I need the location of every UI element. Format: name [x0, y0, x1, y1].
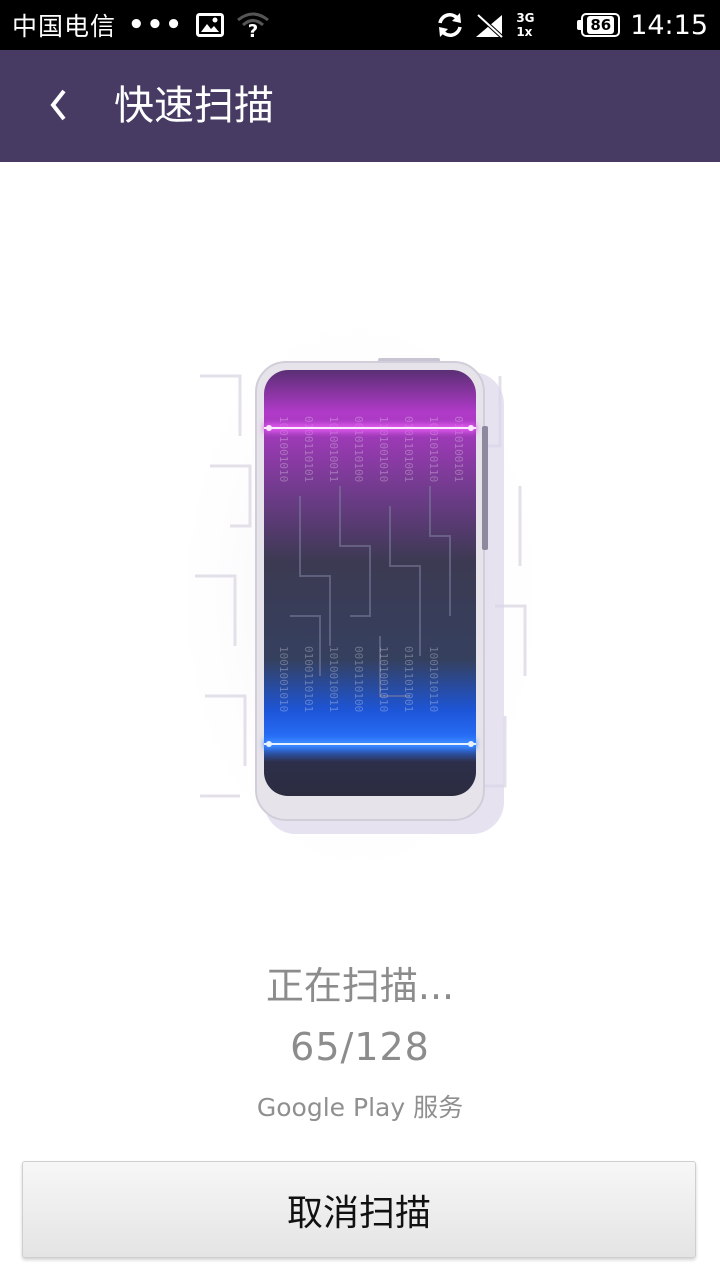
- sync-icon: [436, 11, 464, 39]
- image-icon: [195, 13, 224, 37]
- clock: 14:15: [630, 9, 708, 41]
- battery-icon: 86: [577, 13, 621, 37]
- scan-progress-count: 65/128: [290, 1025, 430, 1069]
- svg-text:1001001010: 1001001010: [277, 646, 290, 712]
- status-bar-left: 中国电信 ••• ?: [12, 0, 270, 50]
- network-type-3g: 3G: [516, 11, 535, 25]
- back-button[interactable]: [38, 80, 78, 130]
- battery-level: 86: [587, 16, 615, 34]
- title-bar: 快速扫描: [0, 50, 720, 162]
- status-bar: 中国电信 ••• ? 3G 1x 86 14:15: [0, 0, 720, 50]
- chevron-left-icon: [50, 89, 66, 121]
- svg-text:1010010011: 1010010011: [327, 646, 340, 712]
- status-bar-right: 3G 1x 86 14:15: [436, 0, 708, 50]
- svg-text:1101001010: 1101001010: [377, 646, 390, 712]
- svg-text:0100110101: 0100110101: [302, 646, 315, 712]
- cancel-scan-button[interactable]: 取消扫描: [22, 1161, 696, 1258]
- scan-status-text: 正在扫描...: [265, 964, 455, 1008]
- svg-text:?: ?: [248, 21, 258, 39]
- battery-body: 86: [581, 13, 621, 37]
- scan-current-app: Google Play 服务: [256, 1093, 464, 1122]
- page-title: 快速扫描: [114, 83, 274, 129]
- phone-scan-illustration: 1001001010 0100110101 1010010011 0010110…: [180, 316, 540, 876]
- carrier-name: 中国电信: [12, 12, 117, 41]
- scan-line-top: [264, 424, 476, 432]
- network-type-1x: 1x: [516, 25, 533, 39]
- more-notifications-dots: •••: [128, 10, 184, 40]
- svg-text:0101101001: 0101101001: [402, 646, 415, 712]
- wifi-unknown-icon: ?: [236, 11, 270, 39]
- scan-line-bottom: [264, 740, 476, 748]
- svg-text:1001010110: 1001010110: [427, 646, 440, 712]
- svg-text:0010110100: 0010110100: [352, 646, 365, 712]
- network-type: 3G 1x: [516, 11, 568, 39]
- phone-side-key: [482, 426, 488, 550]
- signal-off-icon: [474, 11, 506, 39]
